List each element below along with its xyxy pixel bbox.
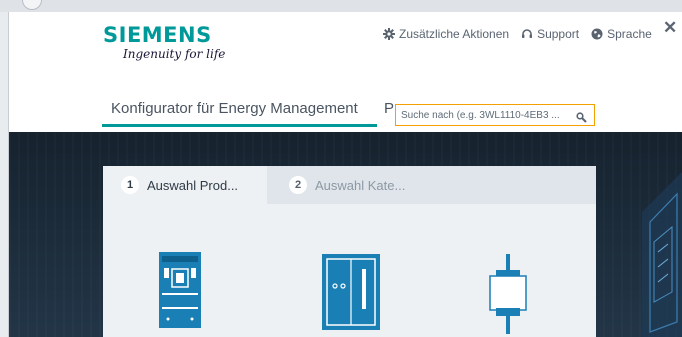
support-button[interactable]: Support xyxy=(521,27,579,41)
language-button[interactable]: Sprache xyxy=(591,27,652,41)
window-left-edge xyxy=(0,12,9,337)
step-tab-product[interactable]: 1 Auswahl Prod... xyxy=(103,166,267,204)
additional-actions-label: Zusätzliche Aktionen xyxy=(399,27,510,41)
globe-icon xyxy=(591,28,603,40)
search-icon[interactable] xyxy=(576,110,587,123)
step-tabs: 1 Auswahl Prod... 2 Auswahl Kate... xyxy=(103,166,596,204)
brand-tagline: Ingenuity for life xyxy=(123,47,226,61)
active-tab-indicator xyxy=(102,124,377,127)
search-box xyxy=(395,104,595,126)
brand-name: SIEMENS xyxy=(103,23,212,47)
additional-actions-button[interactable]: Zusätzliche Aktionen xyxy=(383,27,509,41)
headset-icon xyxy=(521,28,533,40)
switchgear-illustration-icon xyxy=(642,172,682,337)
search-input[interactable] xyxy=(401,109,571,121)
step-tab-category[interactable]: 2 Auswahl Kate... xyxy=(269,166,596,204)
fuse-switch-icon xyxy=(489,254,527,334)
product-switch-cabinet[interactable] xyxy=(321,253,381,336)
configurator-panel: 1 Auswahl Prod... 2 Auswahl Kate... xyxy=(103,166,596,337)
step-label: Auswahl Prod... xyxy=(147,177,239,193)
product-circuit-breaker[interactable] xyxy=(158,251,202,334)
gear-icon xyxy=(383,28,395,40)
step-label: Auswahl Kate... xyxy=(315,177,406,193)
step-number: 1 xyxy=(121,176,139,194)
window-control-button[interactable] xyxy=(22,0,42,10)
step-number: 2 xyxy=(289,176,307,194)
language-label: Sprache xyxy=(607,27,652,41)
circuit-breaker-icon xyxy=(159,252,201,328)
header-actions: Zusätzliche Aktionen Support Sprache xyxy=(383,27,664,41)
product-fuse-switch[interactable] xyxy=(486,254,530,337)
switch-cabinet-icon xyxy=(322,254,380,330)
tab-configurator[interactable]: Konfigurator für Energy Management xyxy=(111,100,358,117)
support-label: Support xyxy=(537,27,580,41)
close-icon[interactable]: ✕ xyxy=(663,18,677,38)
window-top-strip xyxy=(0,0,682,12)
siemens-logo[interactable]: SIEMENS Ingenuity for life xyxy=(103,23,225,61)
